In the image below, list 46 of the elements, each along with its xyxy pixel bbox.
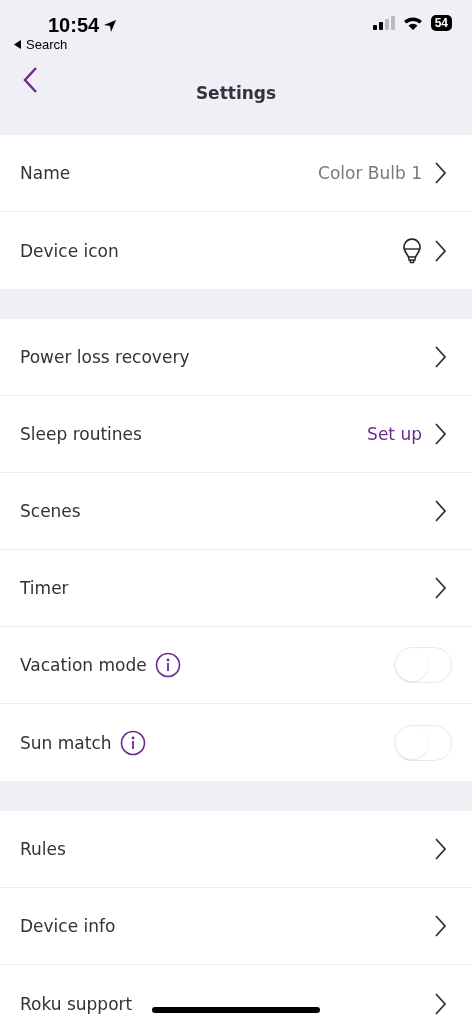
- toggle-switch[interactable]: [394, 647, 452, 683]
- signal-icon: [372, 16, 395, 30]
- info-icon[interactable]: [119, 729, 146, 756]
- chevron-right-icon: [434, 346, 446, 368]
- status-time: 10:54: [48, 14, 100, 37]
- chevron-right-icon: [434, 500, 446, 522]
- chevron-right-icon: [434, 162, 446, 184]
- row-value: Set up: [367, 424, 422, 444]
- settings-row[interactable]: Power loss recovery: [0, 319, 472, 396]
- row-label: Roku support: [20, 993, 133, 1014]
- chevron-right-icon: [434, 992, 446, 1015]
- row-label: Device info: [20, 916, 116, 936]
- row-label: Power loss recovery: [20, 347, 190, 367]
- chevron-right-icon: [434, 423, 446, 445]
- row-label: Device icon: [20, 240, 119, 261]
- settings-row[interactable]: Name Color Bulb 1: [0, 135, 472, 212]
- settings-row[interactable]: Device info: [0, 888, 472, 965]
- row-label: Vacation mode: [20, 655, 147, 675]
- settings-row[interactable]: Roku support: [0, 965, 472, 1023]
- info-icon[interactable]: [154, 652, 181, 678]
- row-value: Color Bulb 1: [318, 163, 422, 183]
- back-to-app-link[interactable]: Search: [26, 37, 68, 52]
- settings-row[interactable]: Device icon: [0, 212, 472, 289]
- wifi-icon: [402, 16, 423, 30]
- row-label: Sun match: [20, 732, 112, 753]
- page-title: Settings: [195, 82, 277, 103]
- row-label: Rules: [20, 839, 66, 859]
- battery-level: 54: [430, 15, 452, 31]
- toggle-switch[interactable]: [394, 724, 452, 761]
- chevron-right-icon: [434, 577, 446, 599]
- back-icon[interactable]: [22, 66, 38, 94]
- row-label: Timer: [20, 578, 69, 598]
- location-arrow-icon: [103, 18, 118, 33]
- back-triangle-icon: [14, 40, 22, 49]
- chevron-right-icon: [434, 915, 446, 937]
- row-label: Name: [20, 163, 71, 183]
- chevron-right-icon: [434, 838, 446, 860]
- settings-row[interactable]: Sleep routines Set up: [0, 396, 472, 473]
- row-label: Sleep routines: [20, 424, 142, 444]
- settings-row[interactable]: Timer: [0, 550, 472, 627]
- settings-row[interactable]: Vacation mode: [0, 627, 472, 704]
- settings-row[interactable]: Rules: [0, 811, 472, 888]
- settings-row[interactable]: Scenes: [0, 473, 472, 550]
- settings-row[interactable]: Sun match: [0, 704, 472, 781]
- chevron-right-icon: [434, 239, 446, 262]
- row-label: Scenes: [20, 501, 81, 521]
